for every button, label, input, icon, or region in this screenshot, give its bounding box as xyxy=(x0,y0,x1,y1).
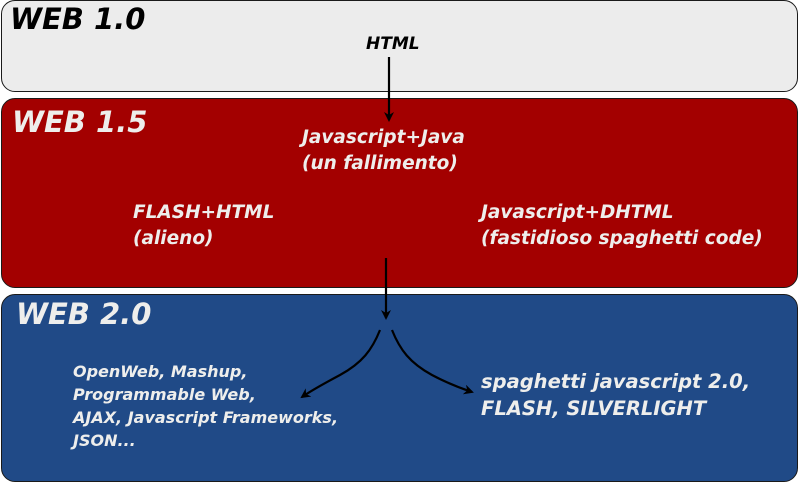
flash-html-label: FLASH+HTML (alieno) xyxy=(133,200,274,252)
flash-html-line: FLASH+HTML xyxy=(133,202,275,223)
web-1-0-title: WEB 1.0 xyxy=(10,2,146,36)
javascript-dhtml-label: Javascript+DHTML (fastidioso spaghetti c… xyxy=(481,200,763,252)
html-label: HTML xyxy=(366,34,420,54)
openweb-line-1: OpenWeb, Mashup, xyxy=(73,362,248,381)
flash-html-note: (alieno) xyxy=(133,228,214,249)
javascript-java-note: (un fallimento) xyxy=(302,153,458,174)
spaghetti-line-1: spaghetti javascript 2.0, xyxy=(481,370,751,393)
web-2-0-title: WEB 2.0 xyxy=(16,297,152,331)
javascript-java-line: Javascript+Java xyxy=(302,127,465,148)
javascript-dhtml-line: Javascript+DHTML xyxy=(481,202,674,223)
openweb-line-4: JSON... xyxy=(73,431,136,450)
branch-right-arrow xyxy=(390,329,474,395)
openweb-list: OpenWeb, Mashup, Programmable Web, AJAX,… xyxy=(73,360,338,452)
javascript-java-label: Javascript+Java (un fallimento) xyxy=(302,125,465,177)
spaghetti-list: spaghetti javascript 2.0, FLASH, SILVERL… xyxy=(481,368,750,422)
spaghetti-line-2: FLASH, SILVERLIGHT xyxy=(481,397,707,420)
openweb-line-3: AJAX, Javascript Frameworks, xyxy=(73,408,339,427)
web-1-5-title: WEB 1.5 xyxy=(12,105,148,139)
javascript-dhtml-note: (fastidioso spaghetti code) xyxy=(481,228,763,249)
openweb-line-2: Programmable Web, xyxy=(73,385,256,404)
